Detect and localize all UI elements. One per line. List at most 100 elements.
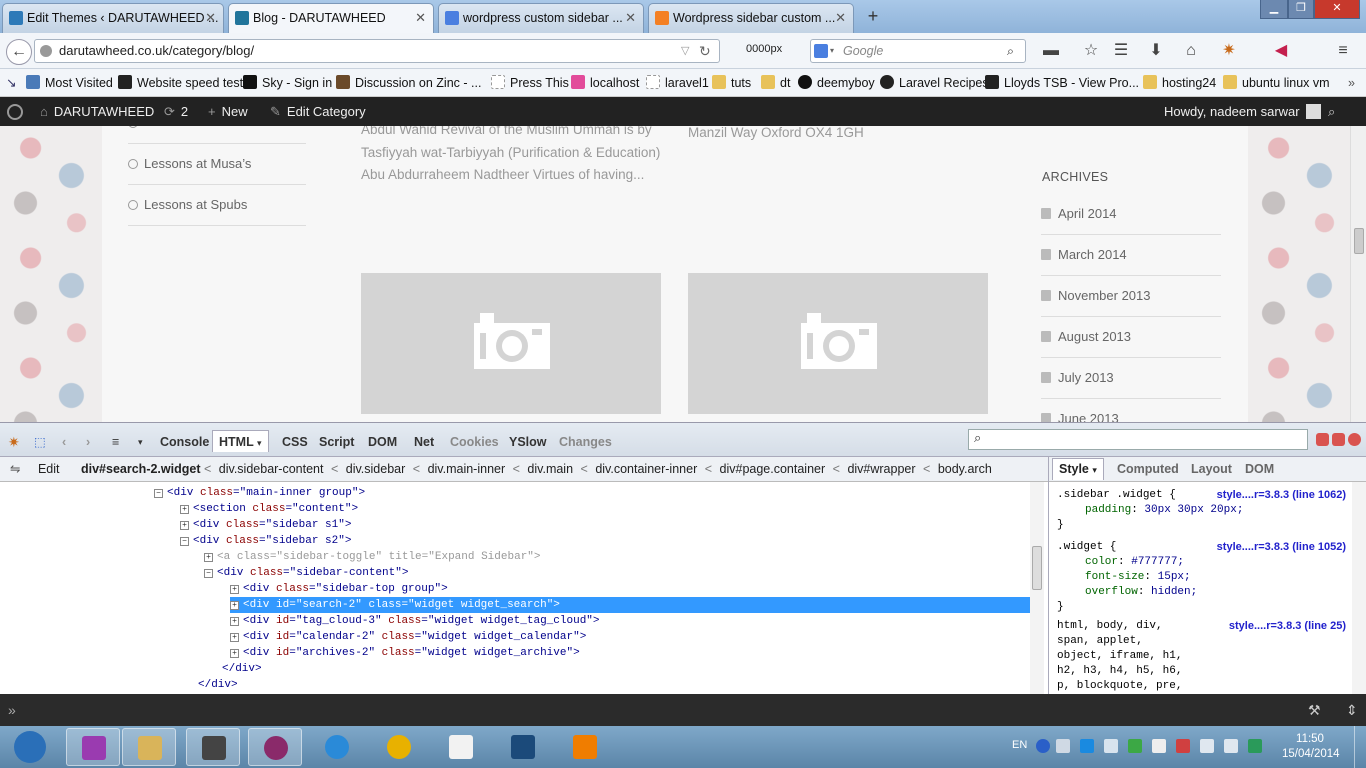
css-source-link[interactable]: style....r=3.8.3 (line 1062) [1217,489,1346,501]
vlc-app-button[interactable] [558,728,612,766]
bookmark-speed-test[interactable]: Website speed test [118,69,243,97]
close-tab-icon[interactable]: ✕ [205,4,216,32]
html-node[interactable]: − <div class="sidebar s2"> [180,533,351,549]
forward-arrow-icon[interactable]: › [86,431,90,453]
html-node[interactable]: + <div class="sidebar-top group"> [230,581,448,597]
ie-app-button[interactable] [310,728,364,766]
panel-list-icon[interactable]: ≡ [112,431,119,453]
archive-link[interactable]: March 2014 [1041,235,1221,276]
breadcrumb-item[interactable]: div.container-inner [595,462,697,476]
dropdown-icon[interactable]: ▽ [681,40,689,62]
breadcrumb-item[interactable]: div.main-inner [428,462,506,476]
start-orb-button[interactable] [2,728,56,766]
post-thumbnail-placeholder[interactable] [361,273,661,414]
tab-layout[interactable]: Layout [1191,457,1232,481]
google-engine-icon[interactable] [814,44,828,58]
bookmark-laravel1[interactable]: laravel1 [646,69,709,97]
expand-icon[interactable]: + [230,649,239,658]
html-node[interactable]: </div> [222,661,262,677]
close-tab-icon[interactable]: ✕ [835,4,846,32]
close-panel-icon[interactable] [1348,433,1361,446]
archive-link[interactable]: April 2014 [1041,194,1221,235]
breadcrumb-item[interactable]: div#page.container [720,462,826,476]
archive-link[interactable]: June 2013 [1041,399,1221,422]
html-node[interactable]: + <div id="archives-2" class="widget widg… [230,645,580,661]
extension-icon[interactable]: ◀ [1270,41,1292,61]
firebug-icon[interactable]: ✷ [1218,41,1240,61]
close-tab-icon[interactable]: ✕ [625,4,636,32]
breadcrumb-item[interactable]: div.sidebar [346,462,406,476]
tab-script[interactable]: Script [319,431,354,453]
expand-icon[interactable]: + [230,617,239,626]
scrollbar-thumb[interactable] [1032,546,1042,590]
html-node[interactable]: + <section class="content"> [180,501,358,517]
tab-computed[interactable]: Computed [1117,457,1179,481]
breadcrumb-item[interactable]: div#wrapper [847,462,915,476]
inspect-icon[interactable]: ⬚ [34,431,46,453]
html-node[interactable]: </div> [198,677,238,693]
wrench-icon[interactable]: ⚒ [1308,694,1321,726]
paint-app-button[interactable] [66,728,120,766]
bookmark-dt[interactable]: dt [761,69,790,97]
chevron-down-icon[interactable]: ▾ [830,40,834,62]
grid-app-button[interactable] [434,728,488,766]
node-picker-icon[interactable]: ⇋ [10,462,20,476]
tab-dom[interactable]: DOM [1245,457,1274,481]
language-indicator[interactable]: EN [1012,739,1027,751]
breadcrumb-item[interactable]: div.sidebar-content [219,462,324,476]
search-bar[interactable]: ▾ Google ⌕ [810,39,1026,63]
close-tab-icon[interactable]: ✕ [415,4,426,32]
bookmark-ubuntu[interactable]: ubuntu linux vm [1223,69,1330,97]
menu-icon[interactable]: ≡ [1332,41,1354,61]
tray-icon[interactable] [1056,739,1070,753]
bookmarks-list-icon[interactable]: ☰ [1110,41,1132,61]
tab-html[interactable]: HTML ▾ [212,430,269,452]
expand-icon[interactable]: + [180,521,189,530]
css-rule[interactable]: .widget {color: #777777; font-size: 15px;… [1057,540,1197,615]
breadcrumb-item[interactable]: div#search-2.widget [81,462,201,476]
network-icon[interactable] [1176,739,1190,753]
boxy-app-button[interactable] [496,728,550,766]
page-scrollbar[interactable] [1350,126,1366,422]
archive-link[interactable]: August 2013 [1041,317,1221,358]
html-node[interactable]: + <div id="tag_cloud-3" class="widget wid… [230,613,600,629]
wp-site-link[interactable]: ⌂ DARUTAWHEED [40,97,154,126]
bookmark-deemyboy[interactable]: deemyboy [798,69,875,97]
sidebar-item-spubs[interactable]: Lessons at Spubs [128,185,306,226]
bookmark-laravel-recipes[interactable]: Laravel Recipes [880,69,989,97]
expand-icon[interactable]: + [230,633,239,642]
sidebar-item-partial[interactable] [128,126,306,144]
scrollbar-thumb[interactable] [1354,228,1364,254]
wordpress-logo-icon[interactable] [7,104,23,120]
html-node[interactable]: + <a class="sidebar-toggle" title="Expand… [204,549,541,565]
css-source-link[interactable]: style....r=3.8.3 (line 1052) [1217,541,1346,553]
wp-new-link[interactable]: + New [208,97,248,126]
mic-app-button[interactable] [186,728,240,766]
bookmark-press-this[interactable]: Press This [491,69,569,97]
home-icon[interactable]: ⌂ [1180,41,1202,61]
tab-cookies[interactable]: Cookies [450,431,499,453]
html-tree-scrollbar[interactable] [1030,482,1044,694]
firefox-app-button[interactable] [248,728,302,766]
firebug-search-input[interactable]: ⌕ [968,429,1308,450]
detach-panel-icon[interactable] [1332,433,1345,446]
sidebar-item-musa[interactable]: Lessons at Musa’s [128,144,306,185]
css-declaration[interactable]: color: #777777; [1057,555,1197,570]
bookmark-nav-icon[interactable]: ↘ [6,69,16,97]
tab-yslow[interactable]: YSlow [509,431,547,453]
html-node[interactable]: − <div class="main-inner group"> [154,485,365,501]
google-drive-icon[interactable] [1248,739,1262,753]
post-thumbnail-placeholder[interactable] [688,273,988,414]
magnifier-icon[interactable]: ⌕ [1007,40,1014,62]
new-tab-button[interactable]: + [862,5,884,27]
tab-stackoverflow[interactable]: Wordpress sidebar custom ... ✕ [648,3,854,33]
html-node[interactable]: + <div id="calendar-2" class="widget widg… [230,629,586,645]
collapse-icon[interactable]: − [204,569,213,578]
clock[interactable]: 11:50 15/04/2014 [1282,732,1340,762]
wp-account-link[interactable]: Howdy, nadeem sarwar [1164,97,1321,126]
css-declaration[interactable]: padding: 30px 30px 20px; [1057,503,1243,518]
tab-google-search[interactable]: wordpress custom sidebar ... ✕ [438,3,644,33]
close-window-button[interactable]: ✕ [1314,0,1360,19]
tab-console[interactable]: Console [160,431,209,453]
tab-css[interactable]: CSS [282,431,308,453]
